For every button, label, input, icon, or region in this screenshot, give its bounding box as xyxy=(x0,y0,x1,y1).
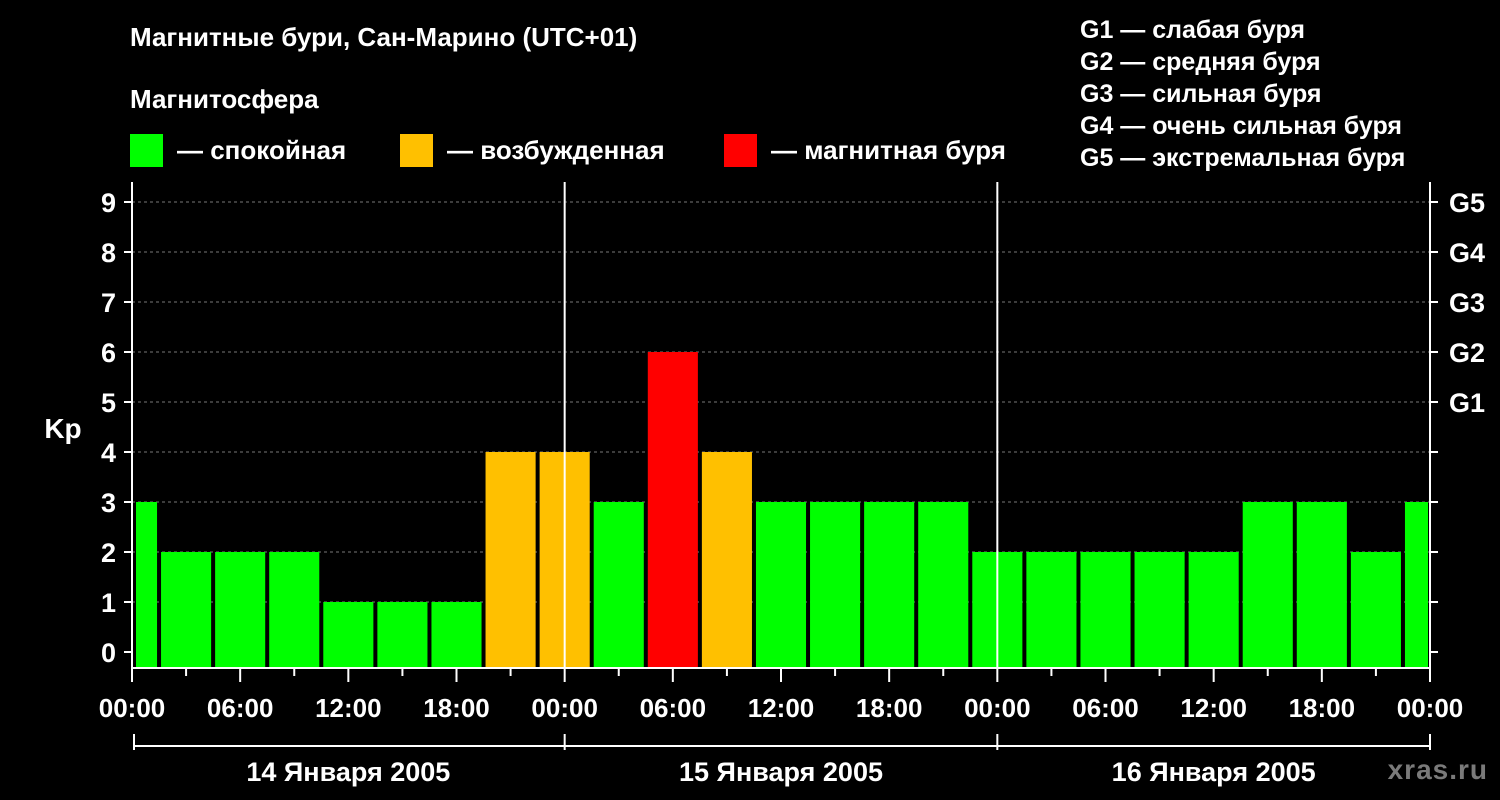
y-tick-label: 1 xyxy=(101,588,116,618)
y-tick-label: 4 xyxy=(101,438,116,468)
y-tick-label: 9 xyxy=(101,188,116,218)
bar-kp xyxy=(593,502,644,668)
bar-kp xyxy=(485,452,536,668)
y-tick-label: 3 xyxy=(101,488,116,518)
bar-kp xyxy=(1188,552,1239,668)
bar-kp xyxy=(431,602,482,668)
bar-kp xyxy=(323,602,374,668)
bar-kp xyxy=(1350,552,1401,668)
x-tick-label: 18:00 xyxy=(1289,693,1356,723)
bar-kp xyxy=(1026,552,1077,668)
y-tick-label: 2 xyxy=(101,538,116,568)
x-tick-label: 06:00 xyxy=(207,693,274,723)
bar-kp xyxy=(701,452,752,668)
day-label: 16 Января 2005 xyxy=(1112,757,1316,787)
y-tick-label: 5 xyxy=(101,388,116,418)
x-tick-label: 06:00 xyxy=(1072,693,1139,723)
bar-kp xyxy=(1296,502,1347,668)
x-tick-label: 06:00 xyxy=(640,693,707,723)
bar-kp xyxy=(1080,552,1131,668)
bar-kp xyxy=(269,552,320,668)
bar-kp xyxy=(1242,502,1293,668)
bar-kp xyxy=(810,502,861,668)
x-tick-label: 12:00 xyxy=(748,693,815,723)
bar-kp xyxy=(647,352,698,668)
bar-kp xyxy=(161,552,212,668)
axis-layer: 0 1 2 3 4 5 6 7 8 9 G1 G2 G3 G4 G5 00:00 06:00 12:00 18:00… xyxy=(99,182,1485,787)
x-tick-label: 18:00 xyxy=(856,693,923,723)
g-scale-label: G3 xyxy=(1449,288,1485,318)
g-scale-label: G2 xyxy=(1449,338,1485,368)
y-tick-label: 7 xyxy=(101,288,116,318)
bar-kp xyxy=(136,502,158,668)
y-tick-label: 6 xyxy=(101,338,116,368)
x-tick-label: 12:00 xyxy=(1180,693,1247,723)
bar-kp xyxy=(1134,552,1185,668)
x-tick-label: 00:00 xyxy=(99,693,166,723)
x-tick-label: 18:00 xyxy=(423,693,490,723)
bar-kp xyxy=(918,502,969,668)
watermark: xras.ru xyxy=(1387,754,1488,785)
bar-kp xyxy=(377,602,428,668)
g-scale-label: G5 xyxy=(1449,188,1485,218)
bar-kp xyxy=(755,502,807,668)
y-tick-label: 0 xyxy=(101,638,116,668)
x-tick-label: 12:00 xyxy=(315,693,382,723)
bar-kp xyxy=(215,552,266,668)
day-label: 14 Января 2005 xyxy=(246,757,450,787)
g-scale-label: G4 xyxy=(1449,238,1485,268)
x-tick-label: 00:00 xyxy=(531,693,598,723)
g-scale-label: G1 xyxy=(1449,388,1485,418)
y-axis-label: Kp xyxy=(44,413,81,444)
x-tick-label: 00:00 xyxy=(964,693,1031,723)
day-label: 15 Января 2005 xyxy=(679,757,883,787)
bar-layer xyxy=(136,352,1428,668)
kp-bar-chart: 0 1 2 3 4 5 6 7 8 9 G1 G2 G3 G4 G5 00:00 06:00 12:00 18:00… xyxy=(44,182,1485,787)
x-tick-label: 00:00 xyxy=(1397,693,1464,723)
y-tick-label: 8 xyxy=(101,238,116,268)
bar-kp xyxy=(864,502,915,668)
bar-kp xyxy=(1404,502,1428,668)
